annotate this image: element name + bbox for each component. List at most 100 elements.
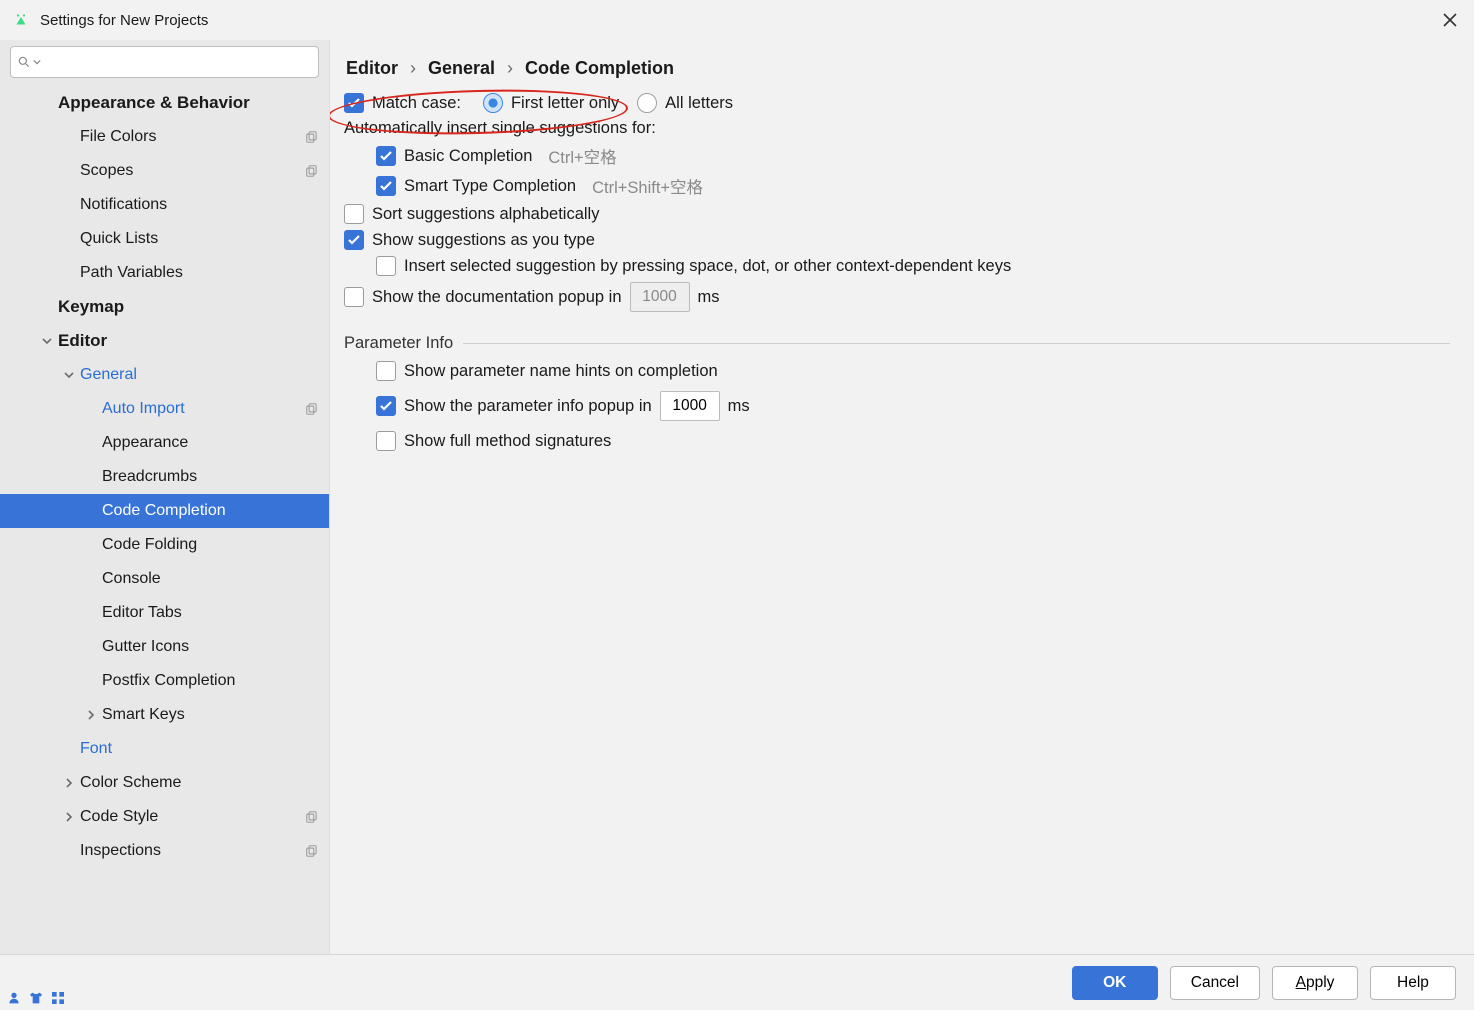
tree-item-label: Code Completion [102,502,226,520]
show-as-type-label: Show suggestions as you type [372,231,595,250]
param-hints-checkbox[interactable] [376,361,396,381]
auto-insert-header: Automatically insert single suggestions … [344,119,656,138]
tree-item-code-completion[interactable]: Code Completion [0,494,329,528]
tree-item-console[interactable]: Console [0,562,329,596]
expand-icon[interactable] [40,336,54,346]
tree-item-label: Path Variables [80,264,183,282]
scope-copy-icon [305,810,319,824]
tree-item-code-folding[interactable]: Code Folding [0,528,329,562]
smart-completion-label: Smart Type Completion [404,177,576,196]
expand-icon[interactable] [84,710,98,720]
tree-item-general[interactable]: General [0,358,329,392]
smart-completion-checkbox[interactable] [376,176,396,196]
chevron-right-icon: › [507,58,513,79]
smart-completion-shortcut: Ctrl+Shift+空格 [592,174,703,198]
breadcrumb-item[interactable]: General [428,58,495,79]
tree-item-label: Smart Keys [102,706,185,724]
insert-on-space-label: Insert selected suggestion by pressing s… [404,257,1011,276]
tree-item-label: Editor Tabs [102,604,182,622]
tree-item-label: Color Scheme [80,774,181,792]
basic-completion-label: Basic Completion [404,147,532,166]
tree-item-path-variables[interactable]: Path Variables [0,256,329,290]
first-letter-radio[interactable] [483,93,503,113]
tree-item-editor-tabs[interactable]: Editor Tabs [0,596,329,630]
full-sig-checkbox[interactable] [376,431,396,451]
tree-item-label: Console [102,570,161,588]
tree-item-label: General [80,366,137,384]
tree-item-file-colors[interactable]: File Colors [0,120,329,154]
chevron-down-icon [33,58,41,66]
tree-item-appearance-behavior[interactable]: Appearance & Behavior [0,86,329,120]
tree-item-label: Code Style [80,808,158,826]
search-icon [17,55,31,69]
tree-item-label: Appearance & Behavior [58,93,250,113]
tree-item-label: Notifications [80,196,167,214]
tree-item-keymap[interactable]: Keymap [0,290,329,324]
search-field[interactable] [41,54,312,70]
tree-item-appearance[interactable]: Appearance [0,426,329,460]
tree-item-color-scheme[interactable]: Color Scheme [0,766,329,800]
tree-item-gutter-icons[interactable]: Gutter Icons [0,630,329,664]
search-input[interactable] [10,46,319,78]
tree-item-editor[interactable]: Editor [0,324,329,358]
param-popup-delay-input[interactable] [660,391,720,421]
tree-item-code-style[interactable]: Code Style [0,800,329,834]
doc-popup-checkbox[interactable] [344,287,364,307]
scope-copy-icon [305,130,319,144]
divider [463,343,1450,344]
cancel-button[interactable]: Cancel [1170,966,1260,1000]
tree-item-auto-import[interactable]: Auto Import [0,392,329,426]
param-popup-label: Show the parameter info popup in [404,397,652,416]
tree-item-label: Inspections [80,842,161,860]
insert-on-space-checkbox[interactable] [376,256,396,276]
chevron-right-icon: › [410,58,416,79]
param-popup-checkbox[interactable] [376,396,396,416]
tree-item-inspections[interactable]: Inspections [0,834,329,868]
basic-completion-shortcut: Ctrl+空格 [548,144,616,168]
tree-item-smart-keys[interactable]: Smart Keys [0,698,329,732]
doc-popup-label: Show the documentation popup in [372,288,622,307]
match-case-checkbox[interactable] [344,93,364,113]
expand-icon[interactable] [62,812,76,822]
match-case-label: Match case: [372,94,461,113]
doc-popup-unit: ms [698,288,720,307]
tree-item-label: Editor [58,331,107,351]
grid-icon [50,990,66,1006]
expand-icon[interactable] [62,778,76,788]
tree-item-notifications[interactable]: Notifications [0,188,329,222]
parameter-info-header: Parameter Info [344,334,453,353]
help-button[interactable]: Help [1370,966,1456,1000]
full-sig-label: Show full method signatures [404,432,611,451]
all-letters-radio[interactable] [637,93,657,113]
ok-button[interactable]: OK [1072,966,1158,1000]
settings-tree: Appearance & Behavior File Colors Scopes No… [0,86,329,954]
tree-item-quick-lists[interactable]: Quick Lists [0,222,329,256]
show-as-type-checkbox[interactable] [344,230,364,250]
settings-content: Editor › General › Code Completion Match… [330,40,1474,954]
apply-button[interactable]: Apply [1272,966,1358,1000]
sort-alpha-label: Sort suggestions alphabetically [372,205,599,224]
breadcrumb-item[interactable]: Editor [346,58,398,79]
basic-completion-checkbox[interactable] [376,146,396,166]
tree-item-label: Breadcrumbs [102,468,197,486]
expand-icon[interactable] [62,370,76,380]
tree-item-label: File Colors [80,128,156,146]
settings-sidebar: Appearance & Behavior File Colors Scopes No… [0,40,330,954]
scope-copy-icon [305,164,319,178]
android-studio-icon [12,11,30,29]
footer-status-icons [6,990,66,1006]
doc-popup-delay-input[interactable] [630,282,690,312]
tree-item-font[interactable]: Font [0,732,329,766]
tree-item-postfix-completion[interactable]: Postfix Completion [0,664,329,698]
tree-item-scopes[interactable]: Scopes [0,154,329,188]
sort-alpha-checkbox[interactable] [344,204,364,224]
all-letters-label: All letters [665,94,733,113]
breadcrumb-item[interactable]: Code Completion [525,58,674,79]
tree-item-label: Gutter Icons [102,638,189,656]
person-icon [6,990,22,1006]
tree-item-breadcrumbs[interactable]: Breadcrumbs [0,460,329,494]
tree-item-label: Appearance [102,434,188,452]
first-letter-label: First letter only [511,94,619,113]
close-button[interactable] [1438,8,1462,32]
tshirt-icon [28,990,44,1006]
